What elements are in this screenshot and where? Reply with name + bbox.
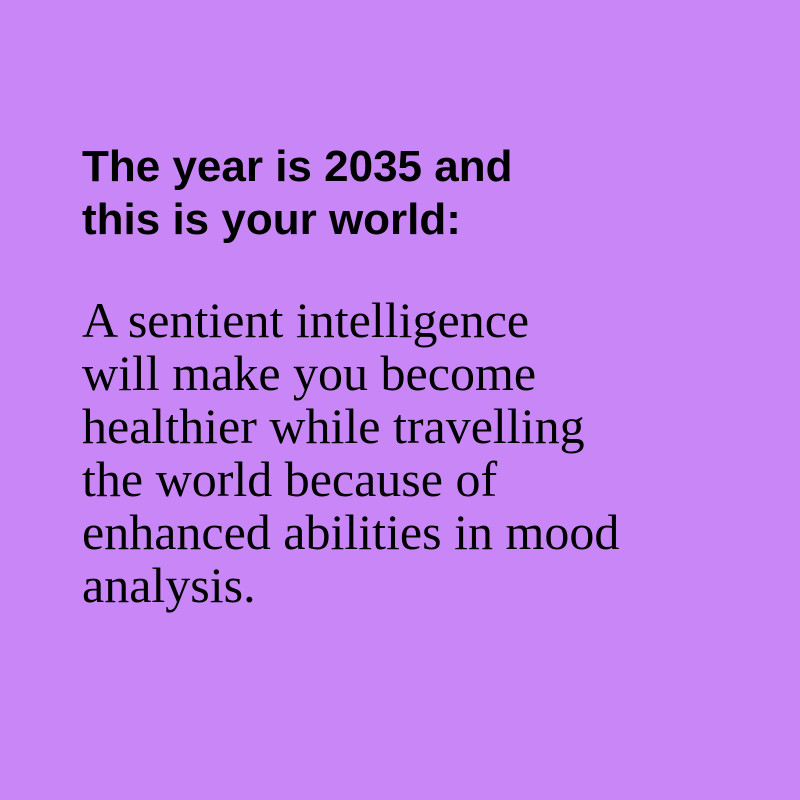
body-line: enhanced abilities in mood xyxy=(82,504,620,560)
body-line: healthier while travelling xyxy=(82,398,585,454)
body-line: will make you become xyxy=(82,345,537,401)
body-line: the world because of xyxy=(82,451,498,507)
body-line: analysis. xyxy=(82,557,256,613)
body-paragraph: A sentient intelligence will make you be… xyxy=(82,294,800,612)
headline: The year is 2035 and this is your world: xyxy=(82,140,800,246)
poster-canvas: The year is 2035 and this is your world:… xyxy=(0,0,800,800)
body-line: A sentient intelligence xyxy=(82,292,530,348)
headline-line: The year is 2035 and xyxy=(82,142,513,191)
headline-line: this is your world: xyxy=(82,195,461,244)
